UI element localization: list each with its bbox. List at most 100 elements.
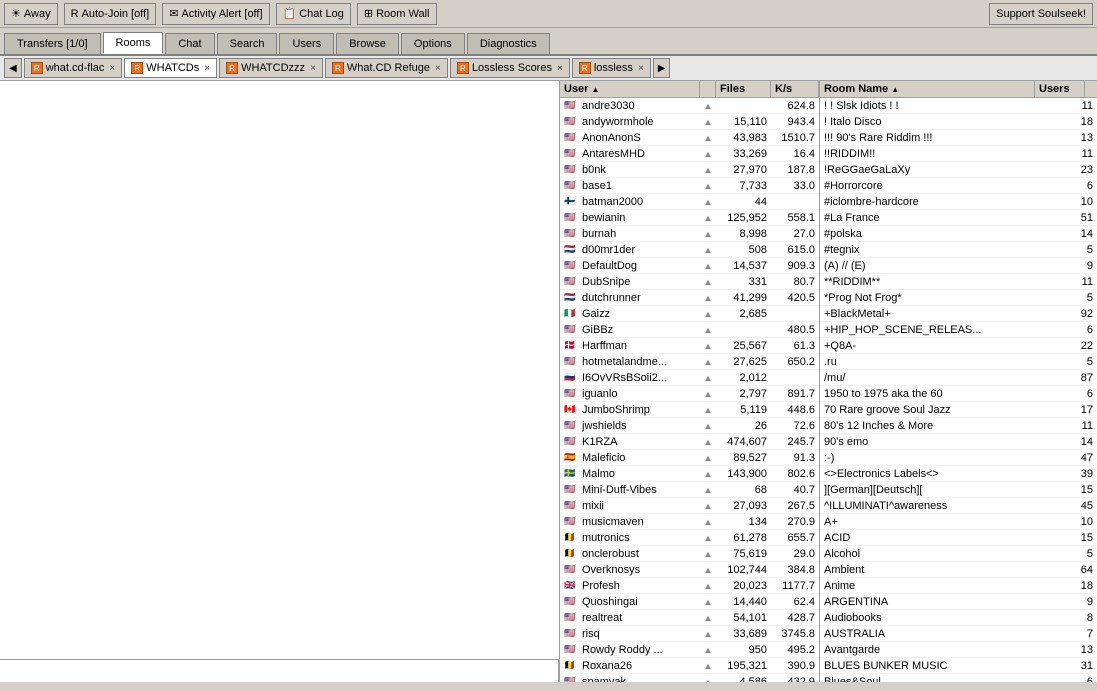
room-tabs-next[interactable]: ▶ [653,58,671,78]
user-row[interactable]: 🇧🇪 mutronics ▲ 61,278 655.7 [560,530,819,546]
room-row[interactable]: #tegnix 5 [820,242,1097,258]
room-row[interactable]: *Prog Not Frog* 5 [820,290,1097,306]
user-row[interactable]: 🇸🇪 Malmo ▲ 143,900 802.6 [560,466,819,482]
user-row[interactable]: 🇳🇱 d00mr1der ▲ 508 615.0 [560,242,819,258]
user-row[interactable]: 🇺🇸 jwshields ▲ 26 72.6 [560,418,819,434]
user-row[interactable]: 🇺🇸 iguanlo ▲ 2,797 891.7 [560,386,819,402]
activity-button[interactable]: ✉ Activity Alert [off] [162,3,269,25]
user-row[interactable]: 🇺🇸 GiBBz ▲ 480.5 [560,322,819,338]
room-row[interactable]: +Q8A- 22 [820,338,1097,354]
room-row[interactable]: ! ! Slsk Idiots ! ! 11 [820,98,1097,114]
chatlog-button[interactable]: 📋 Chat Log [276,3,351,25]
room-row[interactable]: #polska 14 [820,226,1097,242]
user-row[interactable]: 🇺🇸 DubSnipe ▲ 331 80.7 [560,274,819,290]
user-row[interactable]: 🇩🇰 Harffman ▲ 25,567 61.3 [560,338,819,354]
room-row[interactable]: 90's emo 14 [820,434,1097,450]
room-tab-close-4[interactable]: × [557,63,563,74]
room-row[interactable]: Audiobooks 8 [820,610,1097,626]
user-list[interactable]: 🇺🇸 andre3030 ▲ 624.8 🇺🇸 andywormhole ▲ 1… [560,98,819,682]
autojoin-button[interactable]: R Auto-Join [off] [64,3,157,25]
room-tab-2[interactable]: RWHATCDzzz× [219,58,323,78]
room-row[interactable]: ARGENTINA 9 [820,594,1097,610]
user-row[interactable]: 🇧🇪 onclerobust ▲ 75,619 29.0 [560,546,819,562]
room-row[interactable]: 70 Rare groove Soul Jazz 17 [820,402,1097,418]
nav-tab-users[interactable]: Users [279,33,334,54]
user-row[interactable]: 🇺🇸 burnah ▲ 8,998 27.0 [560,226,819,242]
room-row[interactable]: !ReGGaeGaLaXy 23 [820,162,1097,178]
user-row[interactable]: 🇺🇸 Rowdy Roddy ... ▲ 950 495.2 [560,642,819,658]
room-row[interactable]: #Horrorcore 6 [820,178,1097,194]
user-row[interactable]: 🇺🇸 Mini-Duff-Vibes ▲ 68 40.7 [560,482,819,498]
room-row[interactable]: :-) 47 [820,450,1097,466]
room-row[interactable]: AUSTRALIA 7 [820,626,1097,642]
room-row[interactable]: 80's 12 Inches & More 11 [820,418,1097,434]
nav-tab-rooms[interactable]: Rooms [103,32,164,54]
room-row[interactable]: !!! 90's Rare Riddim !!! 13 [820,130,1097,146]
user-row[interactable]: 🇺🇸 DefaultDog ▲ 14,537 909.3 [560,258,819,274]
room-row[interactable]: .ru 5 [820,354,1097,370]
room-list[interactable]: ! ! Slsk Idiots ! ! 11 ! Italo Disco 18 … [820,98,1097,682]
room-row[interactable]: ACID 15 [820,530,1097,546]
room-row[interactable]: Avantgarde 13 [820,642,1097,658]
room-row[interactable]: A+ 10 [820,514,1097,530]
user-row[interactable]: 🇺🇸 realtreat ▲ 54,101 428.7 [560,610,819,626]
user-row[interactable]: 🇺🇸 Quoshingai ▲ 14,440 62.4 [560,594,819,610]
room-row[interactable]: Anime 18 [820,578,1097,594]
user-row[interactable]: 🇺🇸 musicmaven ▲ 134 270.9 [560,514,819,530]
user-row[interactable]: 🇨🇦 JumboShrimp ▲ 5,119 448.6 [560,402,819,418]
roomwall-button[interactable]: ⊞ Room Wall [357,3,437,25]
room-tab-close-1[interactable]: × [204,63,210,74]
user-row[interactable]: 🇺🇸 base1 ▲ 7,733 33.0 [560,178,819,194]
user-row[interactable]: 🇷🇺 I6OvVRsBSoii2... ▲ 2,012 [560,370,819,386]
nav-tab-options[interactable]: Options [401,33,465,54]
user-row[interactable]: 🇬🇧 Profesh ▲ 20,023 1177.7 [560,578,819,594]
room-row[interactable]: Blues&Soul 6 [820,674,1097,682]
room-tab-1[interactable]: RWHATCDs× [124,58,217,78]
room-row[interactable]: !!RIDDIM!! 11 [820,146,1097,162]
user-col-header[interactable]: User ▲ [560,81,700,97]
user-row[interactable]: 🇺🇸 AntaresMHD ▲ 33,269 16.4 [560,146,819,162]
user-row[interactable]: 🇫🇮 batman2000 ▲ 44 [560,194,819,210]
files-col-header[interactable]: Files [716,81,771,97]
user-row[interactable]: 🇧🇪 Roxana26 ▲ 195,321 390.9 [560,658,819,674]
nav-tab-diagnostics[interactable]: Diagnostics [467,33,550,54]
user-row[interactable]: 🇺🇸 hotmetalandme... ▲ 27,625 650.2 [560,354,819,370]
nav-tab-browse[interactable]: Browse [336,33,399,54]
room-row[interactable]: **RIDDIM** 11 [820,274,1097,290]
nav-tab-chat[interactable]: Chat [165,33,214,54]
user-row[interactable]: 🇮🇹 Gaizz ▲ 2,685 [560,306,819,322]
room-name-col-header[interactable]: Room Name ▲ [820,81,1035,97]
nav-tab-transfers--1-0-[interactable]: Transfers [1/0] [4,33,101,54]
nav-tab-search[interactable]: Search [217,33,278,54]
room-row[interactable]: +HIP_HOP_SCENE_RELEAS... 6 [820,322,1097,338]
user-row[interactable]: 🇳🇱 dutchrunner ▲ 41,299 420.5 [560,290,819,306]
room-row[interactable]: /mu/ 87 [820,370,1097,386]
user-row[interactable]: 🇺🇸 andre3030 ▲ 624.8 [560,98,819,114]
user-row[interactable]: 🇺🇸 K1RZA ▲ 474,607 245.7 [560,434,819,450]
room-tab-4[interactable]: RLossless Scores× [450,58,570,78]
room-tab-close-0[interactable]: × [109,63,115,74]
room-row[interactable]: +BlackMetal+ 92 [820,306,1097,322]
speed-col-header[interactable]: K/s [771,81,819,97]
room-row[interactable]: (A) // (E) 9 [820,258,1097,274]
room-tabs-prev[interactable]: ◀ [4,58,22,78]
user-row[interactable]: 🇺🇸 mixii ▲ 27,093 267.5 [560,498,819,514]
room-row[interactable]: Alcohol 5 [820,546,1097,562]
room-row[interactable]: Ambient 64 [820,562,1097,578]
room-tab-close-2[interactable]: × [310,63,316,74]
chat-messages[interactable] [0,81,559,659]
room-tab-3[interactable]: RWhat.CD Refuge× [325,58,448,78]
room-tab-5[interactable]: Rlossless× [572,58,651,78]
room-users-col-header[interactable]: Users [1035,81,1085,97]
user-row[interactable]: 🇺🇸 risq ▲ 33,689 3745.8 [560,626,819,642]
user-row[interactable]: 🇺🇸 b0nk ▲ 27,970 187.8 [560,162,819,178]
user-row[interactable]: 🇺🇸 spamyak ▲ 4,586 432.9 [560,674,819,682]
user-row[interactable]: 🇺🇸 bewianin ▲ 125,952 558.1 [560,210,819,226]
room-row[interactable]: BLUES BUNKER MUSIC 31 [820,658,1097,674]
user-row[interactable]: 🇪🇸 Maleficio ▲ 89,527 91.3 [560,450,819,466]
room-tab-close-3[interactable]: × [435,63,441,74]
chat-input[interactable] [0,660,559,682]
user-row[interactable]: 🇺🇸 Overknosys ▲ 102,744 384.8 [560,562,819,578]
user-row[interactable]: 🇺🇸 AnonAnonS ▲ 43,983 1510.7 [560,130,819,146]
user-row[interactable]: 🇺🇸 andywormhole ▲ 15,110 943.4 [560,114,819,130]
